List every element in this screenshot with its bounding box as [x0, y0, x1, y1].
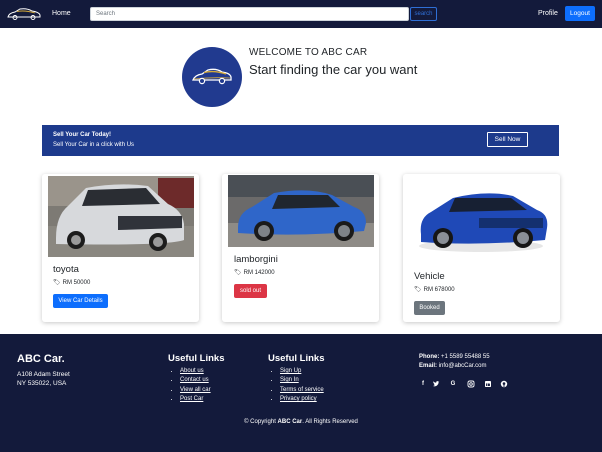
copyright-suffix: . All Rights Reserved — [302, 419, 358, 425]
footer-brand: ABC Car. — [17, 353, 65, 365]
footer: ABC Car. A108 Adam Street NY 535022, USA… — [0, 334, 602, 452]
navbar: Home Search search Profile Logout — [0, 0, 602, 28]
footer-links-list: Sign Up Sign In Terms of service Privacy… — [271, 368, 324, 405]
hero-logo — [182, 47, 242, 107]
footer-link-privacy[interactable]: Privacy policy — [280, 396, 324, 405]
footer-link-sign-up[interactable]: Sign Up — [280, 368, 324, 377]
email-value: info@abcCar.com — [438, 363, 487, 369]
copyright: © Copyright ABC Car. All Rights Reserved — [0, 419, 602, 425]
search-input[interactable]: Search — [90, 7, 409, 21]
car-image[interactable] — [48, 176, 194, 257]
car-logo-icon — [192, 68, 232, 85]
car-logo-icon[interactable] — [5, 7, 43, 21]
car-card: lamborgini 🏷 RM 142000 sold out — [222, 174, 379, 322]
view-car-details-button[interactable]: View Car Details — [53, 294, 108, 308]
car-image[interactable] — [409, 176, 555, 262]
car-price: 🏷 RM 50000 — [53, 279, 90, 286]
search-button[interactable]: search — [410, 7, 437, 21]
nav-home-link[interactable]: Home — [52, 10, 71, 17]
footer-link-sign-in[interactable]: Sign In — [280, 377, 324, 386]
booked-button[interactable]: Booked — [414, 301, 445, 315]
car-name: lamborgini — [234, 254, 278, 265]
footer-links-heading: Useful Links — [268, 353, 325, 364]
tag-icon: 🏷 — [53, 280, 61, 286]
footer-link-view-all-car[interactable]: View all car — [180, 387, 211, 396]
footer-link-about[interactable]: About us — [180, 368, 211, 377]
linkedin-icon[interactable] — [484, 380, 492, 388]
email-label: Email: — [419, 363, 438, 369]
car-price-value: RM 678000 — [423, 287, 455, 293]
footer-link-contact[interactable]: Contact us — [180, 377, 211, 386]
car-price-value: RM 142000 — [243, 270, 275, 276]
footer-address-line1: A108 Adam Street — [17, 371, 70, 378]
instagram-icon[interactable] — [467, 380, 475, 388]
footer-phone: Phone: +1 5589 55488 55 — [419, 354, 490, 360]
footer-links-heading: Useful Links — [168, 353, 225, 364]
sell-now-button[interactable]: Sell Now — [487, 132, 528, 147]
footer-links-list: About us Contact us View all car Post Ca… — [171, 368, 211, 405]
sold-out-button[interactable]: sold out — [234, 284, 267, 298]
tag-icon: 🏷 — [234, 270, 242, 276]
car-image[interactable] — [228, 175, 374, 247]
google-icon[interactable]: G — [449, 380, 457, 388]
sell-banner: Sell Your Car Today! Sell Your Car in a … — [42, 125, 559, 156]
nav-profile-link[interactable]: Profile — [538, 10, 558, 17]
tag-icon: 🏷 — [414, 287, 422, 293]
car-name: Vehicle — [414, 271, 445, 282]
hero-tagline: Start finding the car you want — [249, 62, 418, 77]
sell-subtitle: Sell Your Car in a click with Us — [53, 142, 135, 148]
twitter-icon[interactable] — [432, 380, 440, 388]
sell-title: Sell Your Car Today! — [53, 132, 112, 138]
car-price: 🏷 RM 142000 — [234, 269, 275, 276]
car-name: toyota — [53, 264, 79, 275]
footer-link-post-car[interactable]: Post Car — [180, 396, 211, 405]
car-price: 🏷 RM 678000 — [414, 286, 455, 293]
logout-button[interactable]: Logout — [565, 6, 595, 21]
hero-welcome: WELCOME TO ABC CAR — [249, 47, 368, 58]
car-card: Vehicle 🏷 RM 678000 Booked — [403, 174, 560, 322]
footer-email: Email: info@abcCar.com — [419, 363, 486, 369]
footer-address-line2: NY 535022, USA — [17, 380, 67, 387]
phone-label: Phone: — [419, 354, 440, 360]
car-price-value: RM 50000 — [62, 280, 91, 286]
car-card: toyota 🏷 RM 50000 View Car Details — [42, 174, 199, 322]
footer-link-terms[interactable]: Terms of service — [280, 387, 324, 396]
github-icon[interactable] — [500, 380, 508, 388]
phone-value: +1 5589 55488 55 — [441, 354, 490, 360]
copyright-brand: ABC Car — [277, 419, 303, 425]
facebook-icon[interactable]: f — [419, 380, 427, 388]
copyright-prefix: © Copyright — [244, 419, 278, 425]
